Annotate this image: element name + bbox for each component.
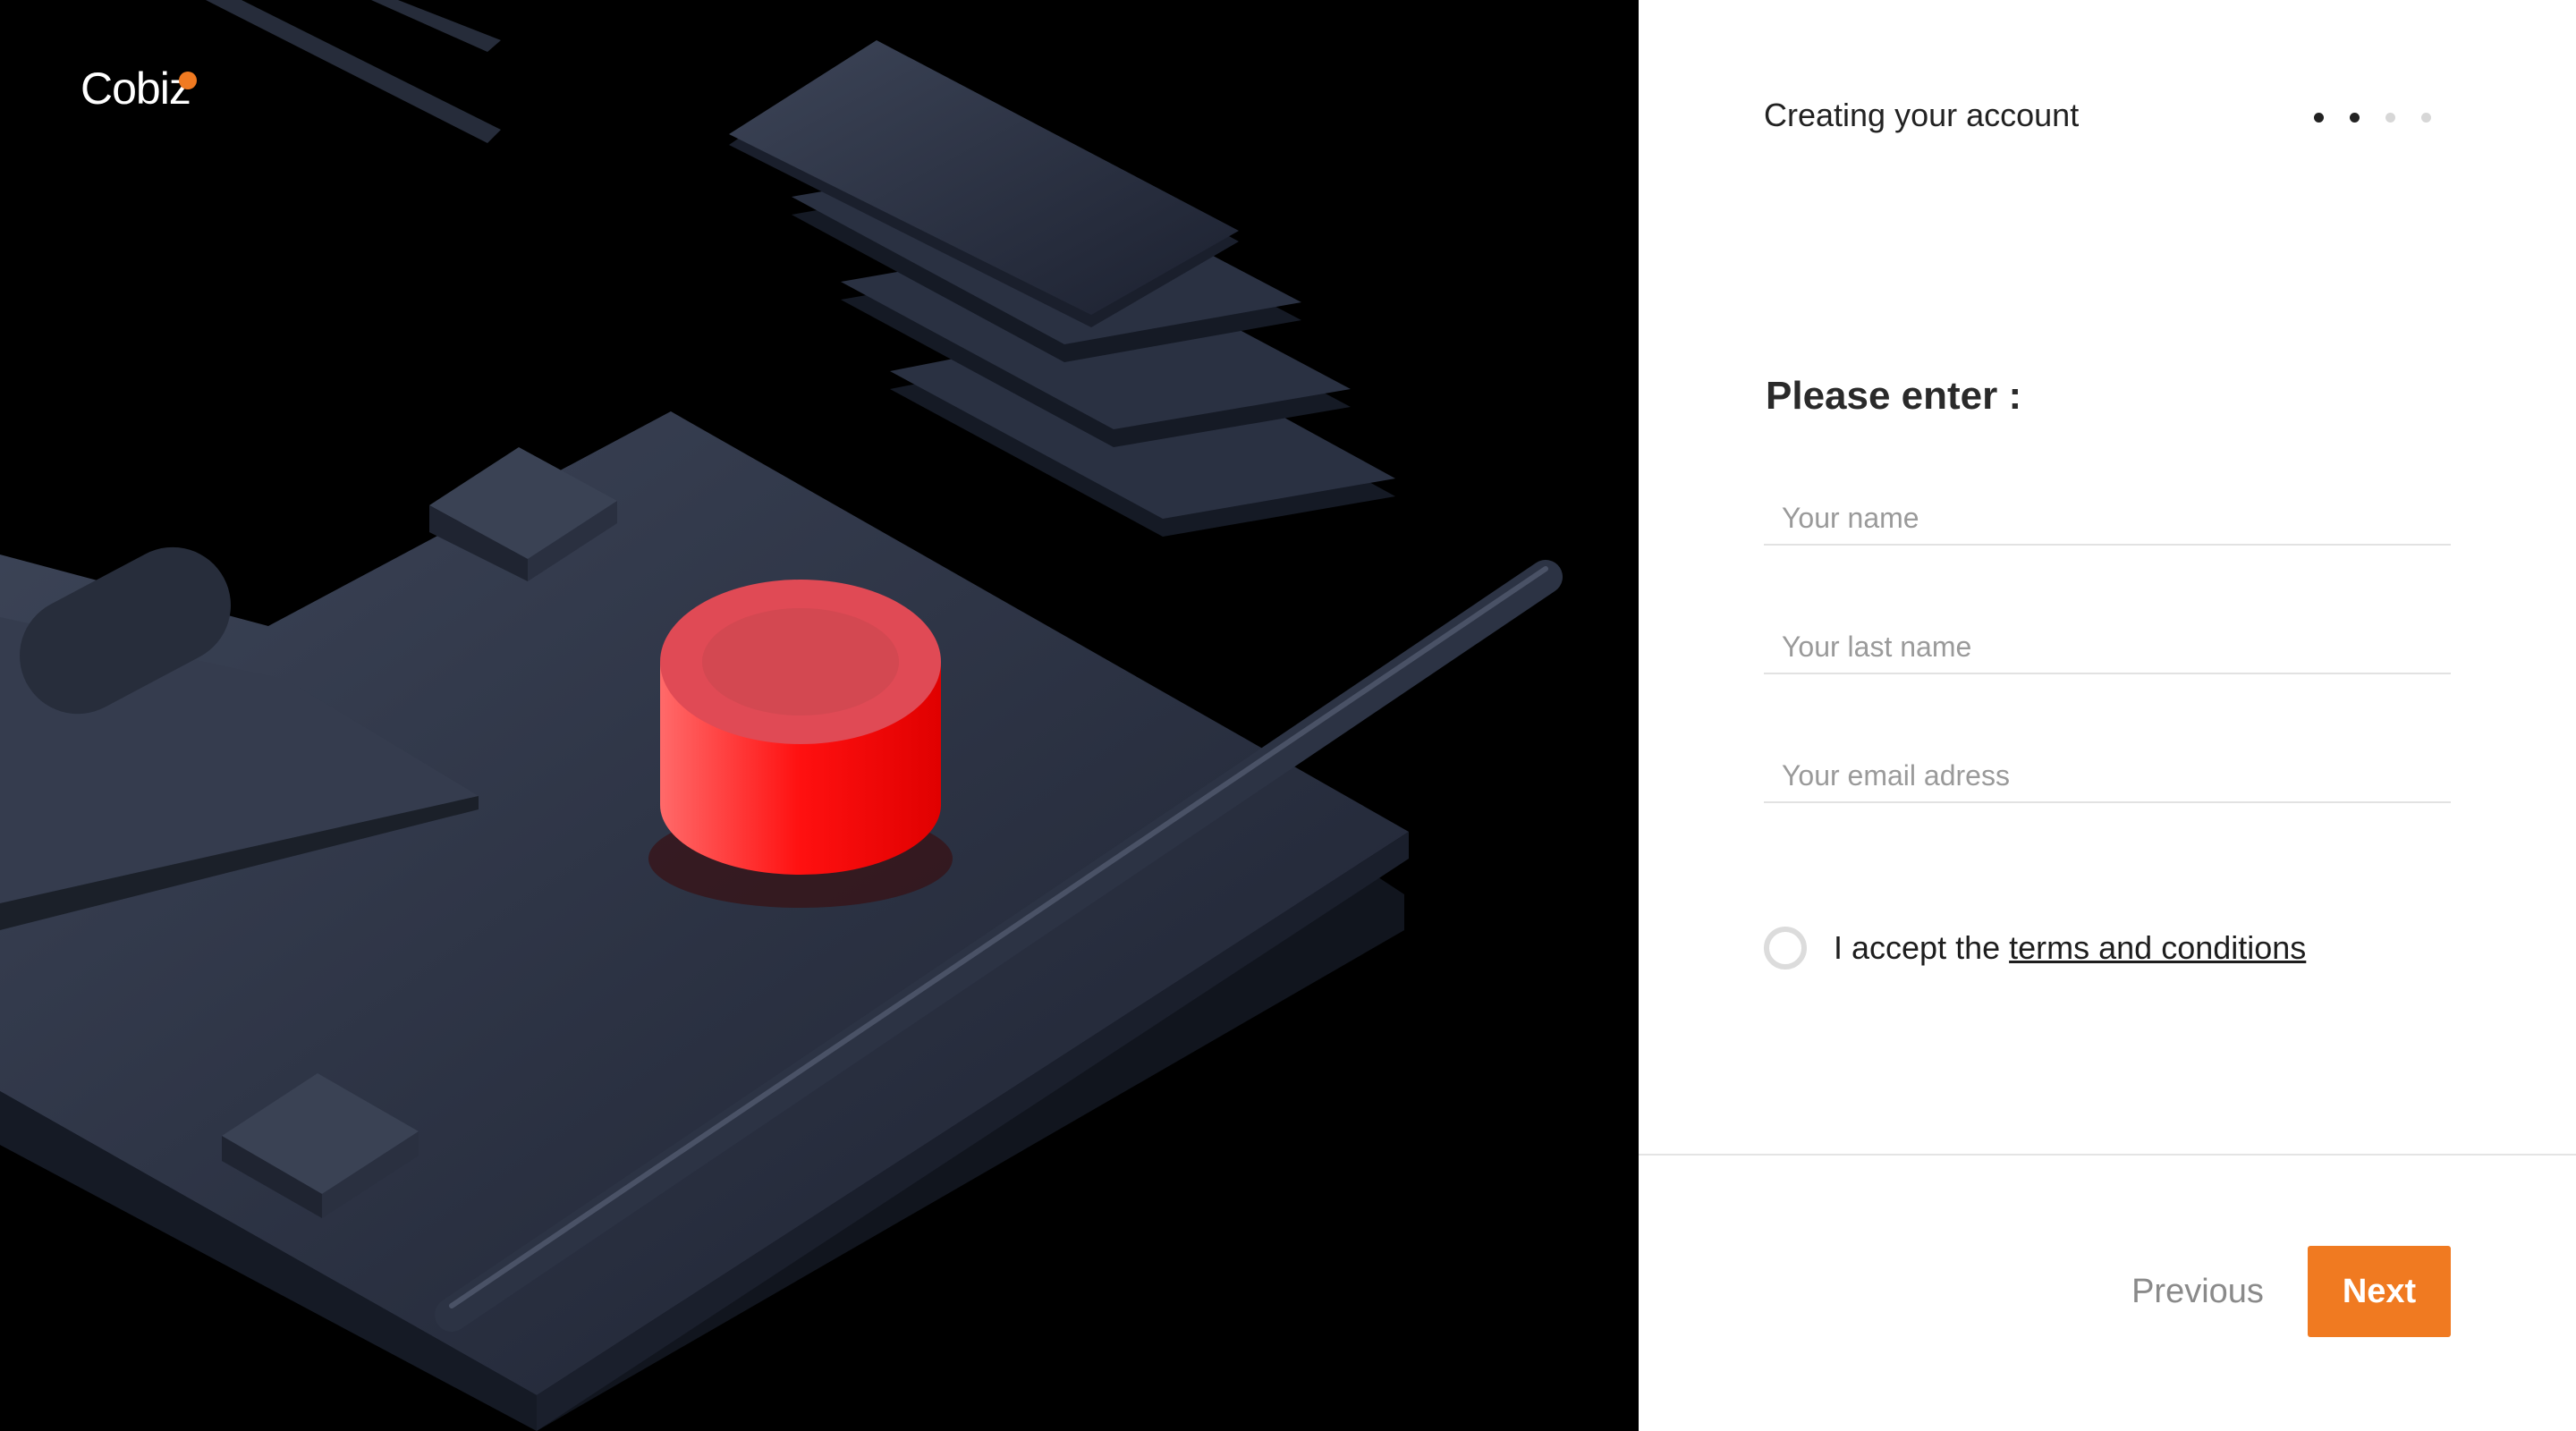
brand-logo[interactable]: Cobiz bbox=[80, 63, 191, 114]
footer-divider bbox=[1639, 1154, 2576, 1156]
wizard-title: Creating your account bbox=[1764, 97, 2080, 133]
terms-label: I accept the bbox=[1834, 929, 2001, 966]
red-cylinder bbox=[648, 580, 953, 908]
signup-panel: Creating your account Please enter : I a… bbox=[1639, 0, 2576, 1431]
form-heading: Please enter : bbox=[1766, 374, 2022, 418]
hero-illustration-panel: Cobiz bbox=[0, 0, 1639, 1431]
step-indicator bbox=[2314, 113, 2431, 123]
next-button[interactable]: Next bbox=[2308, 1246, 2451, 1337]
step-dot-1 bbox=[2314, 113, 2324, 123]
first-name-input[interactable] bbox=[1764, 492, 2451, 546]
logo-dot-icon bbox=[179, 72, 197, 89]
step-dot-4 bbox=[2421, 113, 2431, 123]
terms-row: I accept the terms and conditions bbox=[1764, 927, 2306, 970]
terms-checkbox[interactable] bbox=[1764, 927, 1807, 970]
thin-bar-shapes bbox=[206, 0, 501, 143]
terms-link[interactable]: terms and conditions bbox=[2009, 929, 2306, 967]
last-name-input[interactable] bbox=[1764, 621, 2451, 674]
stacked-plates bbox=[729, 40, 1395, 537]
email-input[interactable] bbox=[1764, 749, 2451, 803]
previous-button[interactable]: Previous bbox=[2113, 1246, 2283, 1337]
step-dot-2 bbox=[2350, 113, 2360, 123]
step-dot-3 bbox=[2385, 113, 2395, 123]
hero-3d-illustration bbox=[0, 0, 1563, 1431]
